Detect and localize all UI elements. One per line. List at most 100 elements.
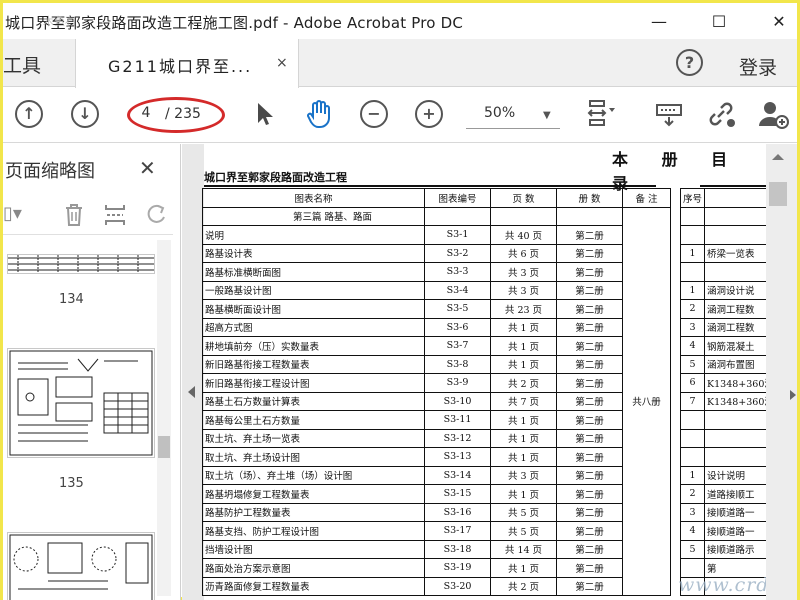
close-window-button[interactable]: ✕ — [756, 7, 800, 35]
row-code: S3-8 — [424, 354, 491, 374]
document-subtitle: 城口界至郭家段路面改造工程 — [204, 171, 347, 184]
table-row: 路基土石方数量计算表 S3-10 共 7 页第二册 — [202, 391, 671, 411]
zoom-in-button[interactable]: + — [415, 100, 443, 128]
pdf-page: 本 册 目 录 城口界至郭家段路面改造工程 图表名称 图表编号页 数册 数备 注第… — [202, 144, 797, 600]
sidebar-close-icon[interactable]: ✕ — [139, 156, 156, 180]
scroll-up-icon[interactable] — [772, 154, 784, 160]
row-name: 取土坑、弃土场一览表 — [202, 428, 425, 448]
login-button[interactable]: 登录 — [739, 53, 777, 80]
right-row-no: 4 — [679, 336, 706, 356]
table-cell — [490, 206, 557, 226]
help-icon[interactable]: ? — [676, 49, 703, 76]
add-user-icon — [759, 102, 789, 129]
volume-note: 共八册 — [632, 397, 661, 409]
add-user-button[interactable] — [757, 98, 789, 130]
table-row: 一般路基设计图 S3-4 共 3 页第二册 — [202, 280, 671, 300]
table-row: 沥青路面修复工程数量表 S3-20 共 2 页第二册 — [202, 576, 671, 596]
right-table-row — [679, 262, 777, 282]
right-table-row: 1 设计说明 — [679, 465, 777, 485]
thumbnail-options-icon[interactable]: ▯▾ — [3, 203, 22, 224]
read-mode-button[interactable] — [653, 98, 685, 130]
zoom-out-button[interactable]: − — [360, 100, 388, 128]
volume-note-cell: 共八册 — [622, 206, 671, 596]
document-view[interactable]: 本 册 目 录 城口界至郭家段路面改造工程 图表名称 图表编号页 数册 数备 注第… — [182, 144, 797, 600]
previous-page-button[interactable]: ↑ — [15, 100, 43, 128]
fit-page-button[interactable] — [583, 98, 615, 130]
row-name: 超高方式图 — [202, 317, 425, 337]
row-code: S3-13 — [424, 447, 491, 467]
row-pages: 共 1 页 — [490, 336, 557, 356]
row-volume: 第二册 — [556, 502, 623, 522]
select-tool-button[interactable] — [249, 98, 281, 130]
extract-pages-icon[interactable] — [103, 203, 127, 232]
row-code: S3-1 — [424, 225, 491, 245]
sidebar-scroll-thumb[interactable] — [158, 436, 170, 458]
row-volume: 第二册 — [556, 558, 623, 578]
expand-right-panel-icon[interactable] — [790, 390, 796, 400]
right-table-header-row: 序号 — [679, 188, 777, 208]
right-table-row — [679, 225, 777, 245]
trash-icon[interactable] — [63, 203, 85, 232]
sidebar-toolbar: ▯▾ — [3, 199, 173, 235]
row-pages: 共 2 页 — [490, 576, 557, 596]
right-row-no — [679, 225, 706, 245]
zoom-level-value: 50% — [484, 105, 516, 121]
table-row: 新旧路基衔接工程数量表 S3-8 共 1 页第二册 — [202, 354, 671, 374]
hand-tool-button[interactable] — [303, 98, 335, 130]
sidebar-scrollbar[interactable] — [157, 240, 171, 596]
row-volume: 第二册 — [556, 521, 623, 541]
thumbnail-list: 134 135 — [3, 240, 173, 600]
right-table-row: 2 道路接顺工 — [679, 484, 777, 504]
row-name: 路基坍塌修复工程数量表 — [202, 484, 425, 504]
page-thumbnail[interactable] — [7, 348, 155, 458]
table-row: 路基支挡、防护工程设计图 S3-17 共 5 页第二册 — [202, 521, 671, 541]
share-link-button[interactable] — [705, 98, 737, 130]
table-row: 挡墙设计图 S3-18 共 14 页第二册 — [202, 539, 671, 559]
row-pages: 共 40 页 — [490, 225, 557, 245]
row-name: 耕地填前夯（压）实数量表 — [202, 336, 425, 356]
maximize-button[interactable]: ☐ — [696, 7, 742, 35]
row-volume: 第二册 — [556, 428, 623, 448]
right-row-no: 3 — [679, 502, 706, 522]
right-row-no — [679, 410, 706, 430]
table-row: 路基坍塌修复工程数量表 S3-15 共 1 页第二册 — [202, 484, 671, 504]
row-volume: 第二册 — [556, 243, 623, 263]
row-pages: 共 14 页 — [490, 539, 557, 559]
collapse-sidebar-icon[interactable] — [188, 386, 195, 398]
right-row-no — [679, 447, 706, 467]
table-row: 路基防护工程数量表 S3-16 共 5 页第二册 — [202, 502, 671, 522]
minimize-button[interactable]: — — [636, 7, 682, 35]
right-row-no: 3 — [679, 317, 706, 337]
next-page-button[interactable]: ↓ — [71, 100, 99, 128]
right-row-no — [679, 428, 706, 448]
tab-close-icon[interactable]: × — [276, 55, 288, 71]
page-thumbnail[interactable] — [7, 532, 155, 600]
right-row-no: 5 — [679, 354, 706, 374]
row-name: 路基设计表 — [202, 243, 425, 263]
tab-tools[interactable]: 工具 — [3, 39, 75, 87]
arrow-down-icon: ↓ — [78, 104, 92, 123]
row-pages: 共 1 页 — [490, 428, 557, 448]
minus-icon: − — [367, 104, 381, 123]
section-label: 第三篇 路基、路面 — [202, 206, 425, 226]
row-volume: 第二册 — [556, 539, 623, 559]
row-volume: 第二册 — [556, 410, 623, 430]
document-scrollbar[interactable] — [766, 144, 797, 600]
document-scroll-thumb[interactable] — [769, 182, 787, 206]
right-table-row — [679, 410, 777, 430]
table-section-row: 第三篇 路基、路面共八册 — [202, 206, 671, 596]
page-thumbnail[interactable] — [7, 254, 155, 274]
row-volume: 第二册 — [556, 336, 623, 356]
header-note: 备 注 — [622, 188, 671, 208]
right-row-no: 6 — [679, 373, 706, 393]
row-code: S3-11 — [424, 410, 491, 430]
row-pages: 共 1 页 — [490, 447, 557, 467]
row-name: 新旧路基衔接工程数量表 — [202, 354, 425, 374]
comment-keyboard-icon — [656, 104, 682, 127]
row-code: S3-3 — [424, 262, 491, 282]
tab-document[interactable]: G211城口界至... — [75, 39, 299, 88]
rotate-icon[interactable] — [145, 203, 167, 232]
row-code: S3-9 — [424, 373, 491, 393]
row-code: S3-10 — [424, 391, 491, 411]
row-code: S3-5 — [424, 299, 491, 319]
